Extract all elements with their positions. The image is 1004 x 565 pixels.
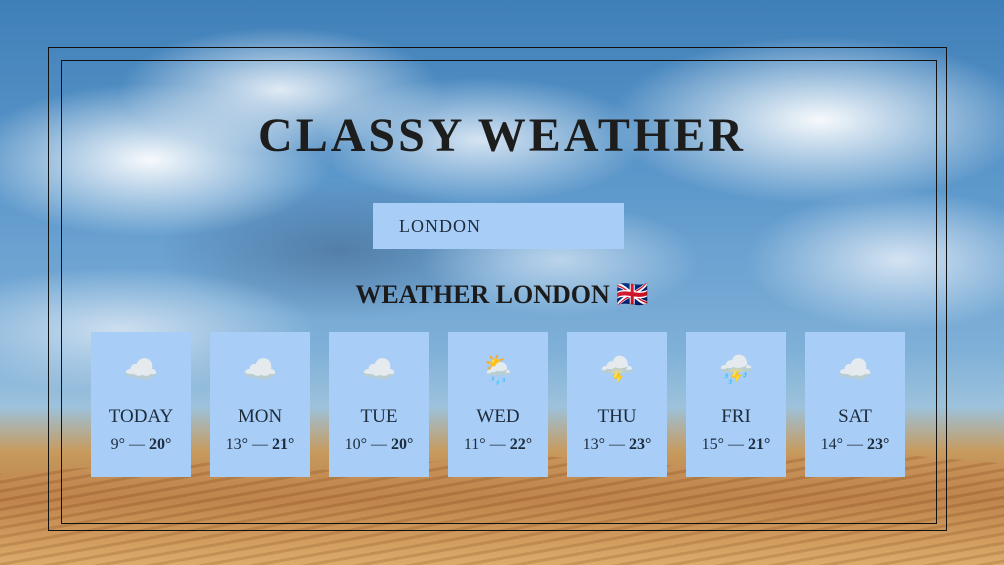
min-temp: 15° — [701, 436, 724, 453]
day-label: SAT — [838, 406, 872, 427]
max-temp: 22° — [509, 436, 533, 453]
forecast-list: ☁️ TODAY 9° — 20° ☁️ MON 13° — 21° ☁️ TU… — [91, 332, 905, 477]
max-temp: 21° — [272, 436, 295, 453]
cloud-icon: ☁️ — [837, 355, 873, 386]
min-temp: 10° — [344, 436, 367, 453]
max-temp: 21° — [748, 436, 771, 453]
forecast-day-card: ☁️ SAT 14° — 23° — [805, 332, 905, 477]
sun-rain-cloud-icon: 🌦️ — [480, 355, 516, 386]
max-temp: 20° — [391, 436, 414, 453]
forecast-day-card: ☁️ TUE 10° — 20° — [329, 332, 429, 477]
temperature-range: 15° — 21° — [701, 436, 771, 453]
app-title: CLASSY WEATHER — [258, 109, 746, 162]
max-temp: 20° — [149, 436, 172, 453]
temperature-range: 14° — 23° — [820, 436, 890, 453]
min-temp: 14° — [820, 436, 843, 453]
min-temp: 9° — [110, 436, 125, 453]
forecast-day-card: ⛈️ FRI 15° — 21° — [686, 332, 786, 477]
weather-heading: WEATHER LONDON 🇬🇧 — [355, 280, 649, 309]
temperature-range: 13° — 21° — [225, 436, 295, 453]
day-label: TUE — [360, 406, 398, 427]
day-label: FRI — [721, 406, 751, 427]
day-label: THU — [597, 406, 637, 427]
location-search-input[interactable] — [373, 203, 624, 249]
forecast-day-card: ☁️ TODAY 9° — 20° — [91, 332, 191, 477]
min-temp: 13° — [582, 436, 605, 453]
day-label: MON — [237, 406, 283, 427]
temperature-range: 11° — 22° — [463, 436, 533, 453]
forecast-day-card: 🌩️ THU 13° — 23° — [567, 332, 667, 477]
forecast-day-card: ☁️ MON 13° — 21° — [210, 332, 310, 477]
forecast-day-card: 🌦️ WED 11° — 22° — [448, 332, 548, 477]
temperature-range: 10° — 20° — [344, 436, 414, 453]
thunderstorm-icon: ⛈️ — [718, 355, 754, 386]
max-temp: 23° — [629, 436, 652, 453]
cloud-icon: ☁️ — [242, 355, 278, 386]
max-temp: 23° — [867, 436, 890, 453]
day-label: TODAY — [108, 406, 174, 427]
cloud-icon: ☁️ — [123, 355, 159, 386]
min-temp: 11° — [463, 436, 486, 453]
temperature-range: 9° — 20° — [110, 436, 172, 453]
day-label: WED — [476, 406, 520, 427]
cloud-icon: ☁️ — [361, 355, 397, 386]
min-temp: 13° — [225, 436, 248, 453]
lightning-cloud-icon: 🌩️ — [599, 355, 635, 386]
temperature-range: 13° — 23° — [582, 436, 652, 453]
